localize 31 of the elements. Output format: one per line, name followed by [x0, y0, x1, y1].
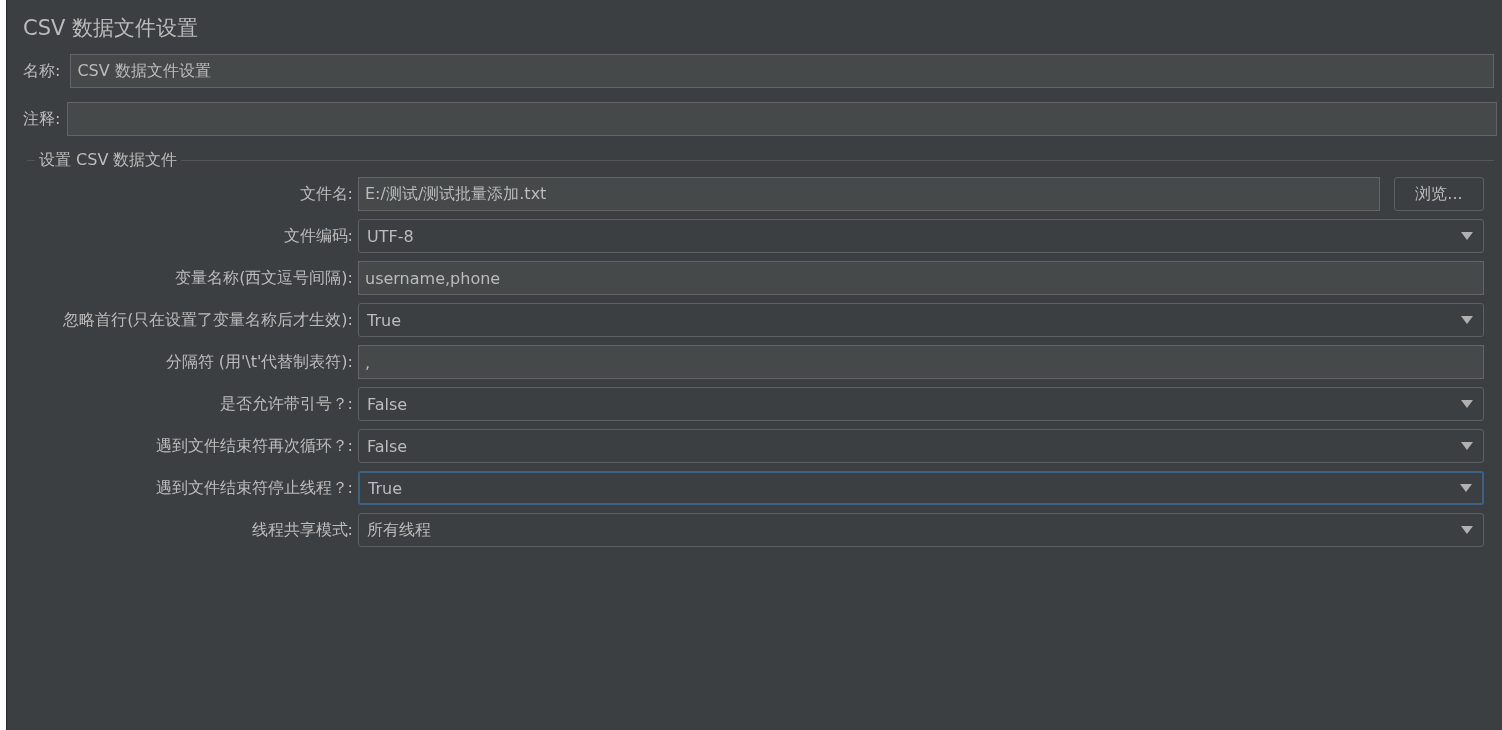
dropdown[interactable]: False	[358, 429, 1484, 463]
dropdown[interactable]: True	[358, 471, 1484, 505]
dropdown-arrow-icon	[1461, 316, 1473, 324]
browse-button[interactable]: 浏览...	[1394, 177, 1484, 211]
field-label: 是否允许带引号？:	[218, 393, 353, 415]
field-label: 变量名称(西文逗号间隔):	[174, 267, 353, 289]
dropdown-arrow-icon	[1460, 484, 1472, 492]
field-label: 名称:	[23, 60, 61, 82]
field-label: 分隔符 (用'\t'代替制表符):	[164, 351, 353, 373]
comment-field[interactable]	[67, 102, 1497, 136]
dropdown-arrow-icon	[1461, 400, 1473, 408]
group-title: 设置 CSV 数据文件	[38, 150, 179, 171]
field-label: 忽略首行(只在设置了变量名称后才生效):	[62, 309, 353, 331]
name-field[interactable]: CSV 数据文件设置	[70, 54, 1494, 88]
text-field[interactable]: ,	[358, 345, 1484, 379]
dropdown-arrow-icon	[1461, 232, 1473, 240]
field-label: 文件编码:	[282, 225, 353, 247]
field-label: 遇到文件结束符停止线程？:	[154, 477, 353, 499]
dropdown[interactable]: True	[358, 303, 1484, 337]
dropdown[interactable]: False	[358, 387, 1484, 421]
dropdown[interactable]: UTF-8	[358, 219, 1484, 253]
dropdown-arrow-icon	[1461, 442, 1473, 450]
file-name-field[interactable]: E:/测试/测试批量添加.txt	[358, 177, 1380, 211]
dropdown-arrow-icon	[1461, 526, 1473, 534]
panel-title: CSV 数据文件设置	[23, 15, 200, 42]
field-label: 线程共享模式:	[250, 519, 353, 541]
field-label: 注释:	[23, 108, 61, 130]
field-label: 遇到文件结束符再次循环？:	[154, 435, 353, 457]
field-label: 文件名:	[298, 183, 353, 205]
text-field[interactable]: username,phone	[358, 261, 1484, 295]
dropdown[interactable]: 所有线程	[358, 513, 1484, 547]
